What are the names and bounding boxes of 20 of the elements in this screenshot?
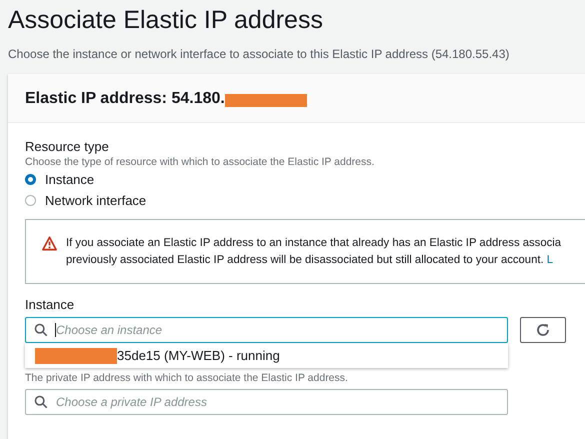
field-label: Resource type (25, 139, 110, 155)
card-heading: Elastic IP address: 54.180. (25, 90, 225, 108)
page-subtitle: Choose the instance or network interface to associate to this Elastic IP address (54.180.55.43) (8, 46, 510, 62)
radio-icon[interactable] (25, 174, 36, 185)
alert-text: previously associated Elastic IP address will be disassociated but still allocated to your account. (66, 254, 544, 266)
field-label: Instance (25, 297, 76, 313)
alert-text: If you associate an Elastic IP address to an instance that already has an Elastic IP address associa (66, 236, 562, 251)
private-ip-search-field[interactable]: Choose a private IP address (25, 389, 508, 415)
refresh-icon (535, 322, 551, 338)
field-description: The private IP address with which to associate the Elastic IP address. (25, 371, 349, 385)
field-description: Choose the type of resource with which to associate the Elastic IP address. (25, 155, 376, 169)
learn-more-link[interactable]: L (546, 254, 554, 266)
radio-option[interactable]: Network interface (25, 190, 146, 211)
instance-search-field[interactable]: Choose an instance (25, 317, 508, 343)
refresh-button[interactable] (520, 317, 566, 343)
page-title: Associate Elastic IP address (8, 5, 324, 36)
warning-icon (42, 236, 57, 251)
radio-option[interactable]: Instance (25, 169, 94, 190)
radio-icon[interactable] (25, 195, 36, 206)
dropdown-option[interactable]: 35de15 (MY-WEB) - running (25, 343, 508, 368)
